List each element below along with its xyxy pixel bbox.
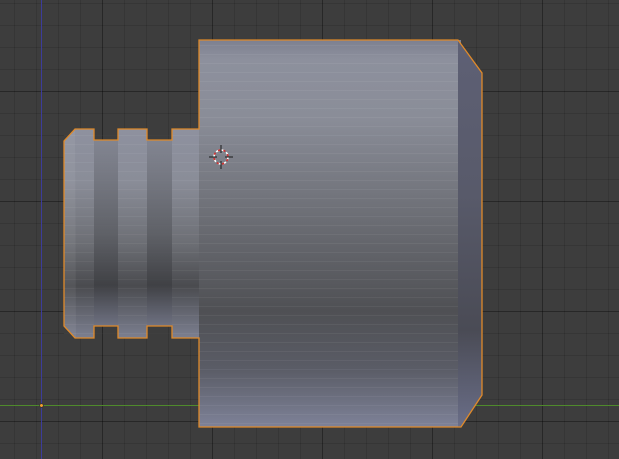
cylinder-chamfer xyxy=(458,40,482,427)
origin-dot-icon xyxy=(39,403,44,408)
mesh-object[interactable] xyxy=(63,39,483,428)
groove-2 xyxy=(147,140,172,326)
viewport-canvas[interactable] xyxy=(0,0,619,459)
knob-bevel xyxy=(64,129,76,338)
3d-viewport[interactable] xyxy=(0,0,619,459)
groove-1 xyxy=(94,140,118,326)
